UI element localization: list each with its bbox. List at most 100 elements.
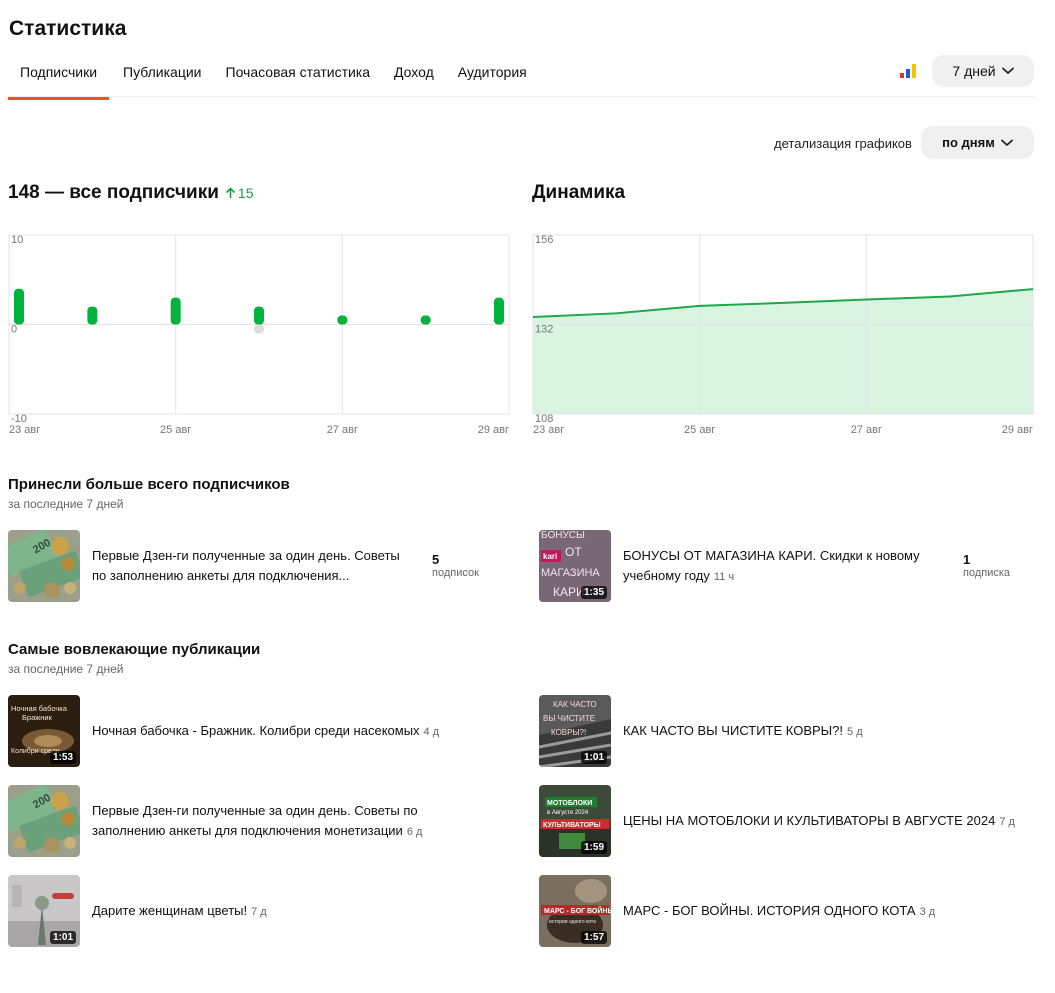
item-title-line1: БОНУСЫ ОТ МАГАЗИНА КАРИ. Скидки к новому bbox=[623, 547, 920, 563]
thumbnail-kari: БОНУСЫ ОТ МАГАЗИНА КАРИ kari 1:35 bbox=[539, 530, 611, 602]
item-title: Дарите женщинам цветы! bbox=[92, 902, 248, 918]
area-chart-x-tick-label: 27 авг bbox=[851, 424, 882, 436]
bar-chart-x-tick-label: 29 авг bbox=[478, 424, 509, 436]
item-title-line2: учебному году bbox=[623, 567, 710, 583]
dynamics-title: Динамика bbox=[532, 182, 626, 203]
top-sources-title: Принесли больше всего подписчиков bbox=[8, 476, 290, 493]
thumbnail-flowers: 1:01 bbox=[8, 875, 80, 947]
detail-value: по дням bbox=[942, 135, 995, 150]
engaging-title: Самые вовлекающие публикации bbox=[8, 641, 261, 658]
period-dropdown[interactable]: 7 дней bbox=[932, 55, 1034, 87]
area-chart-fill bbox=[533, 289, 1033, 414]
subscribers-bar-chart: 100-1023 авг 25 авг 27 авг 29 авг bbox=[8, 234, 510, 436]
item-age: 7 д bbox=[251, 905, 267, 918]
subscribers-total-text: 148 — все подписчики bbox=[8, 182, 219, 203]
bar-chart-bar[interactable] bbox=[494, 297, 504, 325]
thumbnail-text: ОТ bbox=[565, 545, 582, 559]
thumbnail-text: КУЛЬТИВАТОРЫ bbox=[543, 822, 601, 829]
item-age: 7 д bbox=[999, 815, 1015, 828]
bar-chart-bar[interactable] bbox=[14, 288, 24, 325]
duration-badge: 1:59 bbox=[580, 841, 607, 854]
thumbnail-text: КОВРЫ?! bbox=[551, 728, 586, 737]
bar-chart-bar[interactable] bbox=[170, 297, 181, 325]
thumbnail-text: история одного кота bbox=[549, 919, 596, 925]
bar-chart-bar[interactable] bbox=[87, 306, 98, 325]
count-label: подписка bbox=[963, 567, 1011, 579]
item-age: 6 д bbox=[406, 825, 423, 838]
period-label: 7 дней bbox=[952, 63, 996, 79]
engaging-subtitle: за последние 7 дней bbox=[8, 662, 124, 676]
thumbnail-carpet: КАК ЧАСТО ВЫ ЧИСТИТЕ КОВРЫ?! 1:01 bbox=[539, 695, 611, 767]
engaging-item[interactable]: 200 Первые Дзен-ги полученные за один де… bbox=[8, 785, 422, 857]
detail-dropdown[interactable]: по дням bbox=[921, 126, 1034, 159]
top-source-item[interactable]: БОНУСЫ ОТ МАГАЗИНА КАРИ kari 1:35 БОНУСЫ… bbox=[539, 530, 953, 602]
tab-publications[interactable]: Публикации bbox=[111, 55, 213, 97]
item-age: 5 д bbox=[847, 725, 863, 738]
item-title: КАК ЧАСТО ВЫ ЧИСТИТЕ КОВРЫ?! bbox=[623, 722, 844, 738]
area-chart-x-tick-label: 23 авг bbox=[533, 424, 564, 436]
bar-chart-x-tick-label: 23 авг bbox=[9, 424, 40, 436]
item-age: 4 д bbox=[423, 725, 440, 738]
chevron-down-icon bbox=[1000, 139, 1013, 146]
top-source-item[interactable]: 200 Первые Дзен-ги полученные за один де… bbox=[8, 530, 422, 602]
thumbnail-text: ВЫ ЧИСТИТЕ bbox=[543, 714, 595, 723]
thumbnail-text: МАГАЗИНА bbox=[541, 567, 600, 579]
subscriptions-count: 1 подписка bbox=[963, 552, 1010, 579]
count-label: подписок bbox=[432, 567, 479, 579]
subscribers-total: 148 — все подписчики 15 bbox=[8, 182, 253, 204]
bar-chart-bar[interactable] bbox=[337, 315, 348, 325]
thumbnail-text: КАРИ bbox=[553, 585, 585, 599]
item-age: 3 д bbox=[919, 905, 936, 918]
engaging-item[interactable]: 1:01 Дарите женщинам цветы! 7 д bbox=[8, 875, 267, 947]
detail-label: детализация графиков bbox=[774, 136, 912, 151]
thumbnail-text: в Августе 2024 bbox=[547, 810, 589, 816]
count-number: 1 bbox=[963, 552, 971, 567]
top-sources-subtitle: за последние 7 дней bbox=[8, 497, 124, 511]
bar-chart-bar[interactable] bbox=[254, 324, 264, 334]
dynamics-area-chart: 15613210823 авг 25 авг 27 авг 29 авг bbox=[532, 234, 1034, 436]
tab-audience[interactable]: Аудитория bbox=[446, 55, 539, 97]
engaging-item[interactable]: Ночная бабочка Бражник Колибри среди 1:5… bbox=[8, 695, 439, 767]
tab-income[interactable]: Доход bbox=[382, 55, 446, 97]
tab-hourly-stats[interactable]: Почасовая статистика bbox=[214, 55, 383, 97]
duration-badge: 1:01 bbox=[49, 931, 76, 944]
metrica-logo-icon[interactable] bbox=[899, 63, 917, 79]
item-title: МАРС - БОГ ВОЙНЫ. ИСТОРИЯ ОДНОГО КОТА bbox=[623, 902, 916, 918]
area-chart-y-tick-label: 132 bbox=[535, 324, 553, 336]
engaging-item[interactable]: КАК ЧАСТО ВЫ ЧИСТИТЕ КОВРЫ?! 1:01 КАК ЧА… bbox=[539, 695, 863, 767]
item-title: Ночная бабочка - Бражник. Колибри среди … bbox=[92, 722, 420, 738]
item-title: ЦЕНЫ НА МОТОБЛОКИ И КУЛЬТИВАТОРЫ В АВГУС… bbox=[623, 812, 996, 828]
thumbnail-text: МАРС - БОГ ВОЙНЫ bbox=[544, 906, 611, 915]
thumbnail-moth: Ночная бабочка Бражник Колибри среди 1:5… bbox=[8, 695, 80, 767]
bar-chart-bar[interactable] bbox=[254, 306, 264, 325]
bar-chart-bar[interactable] bbox=[420, 315, 431, 325]
growth-value: 15 bbox=[237, 185, 254, 201]
thumbnail-text: БОНУСЫ bbox=[541, 530, 585, 541]
thumbnail-text: МОТОБЛОКИ bbox=[547, 800, 592, 807]
engaging-item[interactable]: МОТОБЛОКИ в Августе 2024 КУЛЬТИВАТОРЫ 1:… bbox=[539, 785, 1015, 857]
item-title-line2: заполнению анкеты для подключения монети… bbox=[92, 822, 403, 838]
area-chart-x-tick-label: 29 авг bbox=[1002, 424, 1033, 436]
bar-chart-y-tick-label: 10 bbox=[11, 234, 23, 246]
thumbnail-motoblock: МОТОБЛОКИ в Августе 2024 КУЛЬТИВАТОРЫ 1:… bbox=[539, 785, 611, 857]
item-title-line1: Первые Дзен-ги полученные за один день. … bbox=[92, 802, 418, 818]
subscriptions-count: 5 подписок bbox=[432, 552, 479, 579]
duration-badge: 1:01 bbox=[580, 751, 607, 764]
page-title: Статистика bbox=[9, 17, 127, 40]
bar-chart-x-tick-label: 27 авг bbox=[327, 424, 358, 436]
area-chart-y-tick-label: 156 bbox=[535, 234, 553, 246]
thumbnail-text: Ночная бабочка bbox=[11, 704, 68, 713]
growth-indicator: 15 bbox=[225, 185, 254, 201]
item-title-line2: по заполнению анкеты для подключения... bbox=[92, 568, 350, 583]
bar-chart-x-tick-label: 25 авг bbox=[160, 424, 191, 436]
duration-badge: 1:53 bbox=[49, 751, 76, 764]
thumbnail-cat: МАРС - БОГ ВОЙНЫ история одного кота 1:5… bbox=[539, 875, 611, 947]
tabs-divider bbox=[8, 96, 1034, 97]
tab-subscribers[interactable]: Подписчики bbox=[8, 55, 110, 100]
thumbnail-money: 200 bbox=[8, 785, 80, 857]
duration-badge: 1:35 bbox=[580, 586, 607, 599]
thumbnail-text: КАК ЧАСТО bbox=[553, 700, 597, 709]
thumbnail-text: Бражник bbox=[22, 713, 53, 722]
engaging-item[interactable]: МАРС - БОГ ВОЙНЫ история одного кота 1:5… bbox=[539, 875, 935, 947]
tabs-bar: Подписчики Публикации Почасовая статисти… bbox=[8, 55, 539, 100]
